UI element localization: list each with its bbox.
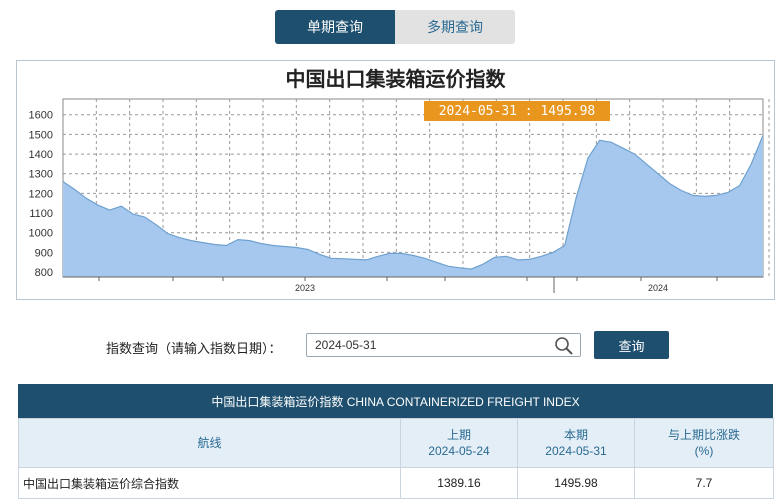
index-chart: 1600 1500 1400 1300 1200 1100 1000 900 800 2023 20… (29, 98, 770, 293)
x-year-label: 2023 (295, 283, 315, 293)
y-tick-label: 900 (35, 247, 53, 259)
date-input[interactable] (306, 333, 581, 357)
index-table: 中国出口集装箱运价指数 CHINA CONTAINERIZED FREIGHT … (18, 384, 774, 499)
col-curr: 本期 2024-05-31 (517, 418, 635, 468)
col-route: 航线 (18, 418, 401, 468)
col-curr-date: 2024-05-31 (545, 444, 607, 458)
col-prev: 上期 2024-05-24 (400, 418, 518, 468)
query-button[interactable]: 查询 (594, 331, 669, 359)
chart-tooltip: 2024-05-31 : 1495.98 (424, 101, 610, 121)
row-route: 中国出口集装箱运价综合指数 (18, 467, 401, 499)
table-title: 中国出口集装箱运价指数 CHINA CONTAINERIZED FREIGHT … (18, 384, 773, 418)
y-tick-label: 1600 (29, 110, 53, 122)
table-row: 中国出口集装箱运价综合指数 1389.16 1495.98 7.7 (18, 467, 774, 499)
row-change: 7.7 (634, 467, 774, 499)
y-tick-label: 1000 (29, 228, 53, 240)
x-year-label: 2024 (648, 283, 668, 293)
col-change: 与上期比涨跌 (%) (634, 418, 774, 468)
tab-single-period[interactable]: 单期查询 (275, 10, 395, 44)
row-prev: 1389.16 (400, 467, 518, 499)
col-change-label: 与上期比涨跌 (667, 428, 740, 442)
y-tick-label: 1100 (29, 208, 53, 220)
index-chart-panel: 1600 1500 1400 1300 1200 1100 1000 900 800 2023 20… (16, 60, 775, 300)
chart-title: 中国出口集装箱运价指数 (285, 69, 506, 91)
col-change-unit: (%) (694, 444, 714, 458)
search-icon[interactable] (554, 336, 574, 356)
y-tick-label: 800 (35, 267, 53, 279)
col-prev-date: 2024-05-24 (428, 444, 490, 458)
y-tick-label: 1500 (29, 129, 53, 141)
query-row: 指数查询（请输入指数日期）： 查询 (0, 330, 777, 360)
col-prev-label: 上期 (446, 428, 471, 442)
y-tick-label: 1200 (29, 188, 53, 200)
y-tick-label: 1400 (29, 149, 53, 161)
tab-multi-period[interactable]: 多期查询 (395, 10, 515, 44)
row-curr: 1495.98 (517, 467, 635, 499)
y-tick-label: 1300 (29, 169, 53, 181)
query-mode-tabs: 单期查询 多期查询 (275, 10, 515, 44)
query-label: 指数查询（请输入指数日期）： (106, 341, 282, 356)
col-curr-label: 本期 (563, 428, 588, 442)
